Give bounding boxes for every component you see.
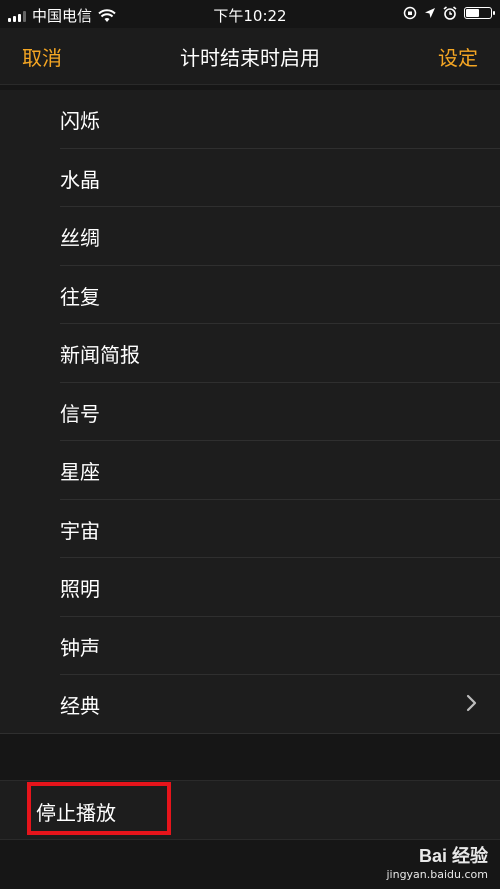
sound-item-illuminate[interactable]: 照明 [0, 558, 500, 617]
status-bar: 中国电信 下午10:22 [0, 0, 500, 28]
sound-item-silk[interactable]: 丝绸 [0, 207, 500, 266]
orientation-lock-icon [403, 6, 417, 20]
watermark-brand: Bai 经验 [418, 846, 488, 866]
chevron-right-icon [466, 694, 477, 712]
sound-item-signal[interactable]: 信号 [0, 383, 500, 442]
sound-item-chimes[interactable]: 钟声 [0, 617, 500, 676]
sound-item-cosmic[interactable]: 宇宙 [0, 500, 500, 559]
watermark-url: jingyan.baidu.com [386, 868, 488, 881]
highlight-annotation-box [27, 782, 171, 835]
sound-item-label: 宇宙 [60, 518, 100, 543]
navigation-bar: 取消 计时结束时启用 设定 [0, 28, 500, 85]
sound-item-reciprocate[interactable]: 往复 [0, 266, 500, 325]
sound-item-classic[interactable]: 经典 [0, 675, 500, 734]
sound-item-label: 丝绸 [60, 226, 100, 250]
sound-item-label: 往复 [60, 284, 100, 309]
location-icon [425, 8, 435, 18]
sound-item-label: 闪烁 [60, 109, 100, 133]
sound-item-constellation[interactable]: 星座 [0, 441, 500, 500]
status-right [403, 6, 495, 20]
baidu-jingyan-watermark: Bai 经验 jingyan.baidu.com [386, 842, 488, 881]
sound-item-label: 信号 [60, 401, 100, 426]
sound-item-label: 钟声 [60, 635, 100, 660]
alarm-icon [443, 6, 457, 20]
sound-list: 闪烁 水晶 丝绸 往复 新闻简报 信号 星座 宇宙 照明 钟声 经典 [0, 90, 500, 734]
battery-icon [464, 7, 495, 19]
set-button[interactable]: 设定 [438, 42, 478, 71]
sound-item-flash[interactable]: 闪烁 [0, 90, 500, 149]
sound-item-label: 水晶 [60, 167, 100, 192]
sound-item-label: 星座 [60, 460, 100, 484]
page-title: 计时结束时启用 [180, 46, 320, 70]
sound-item-label: 新闻简报 [60, 343, 140, 367]
sound-item-label: 经典 [60, 694, 100, 718]
sound-item-crystal[interactable]: 水晶 [0, 149, 500, 208]
sound-item-news-flash[interactable]: 新闻简报 [0, 324, 500, 383]
sound-item-label: 照明 [60, 577, 100, 601]
